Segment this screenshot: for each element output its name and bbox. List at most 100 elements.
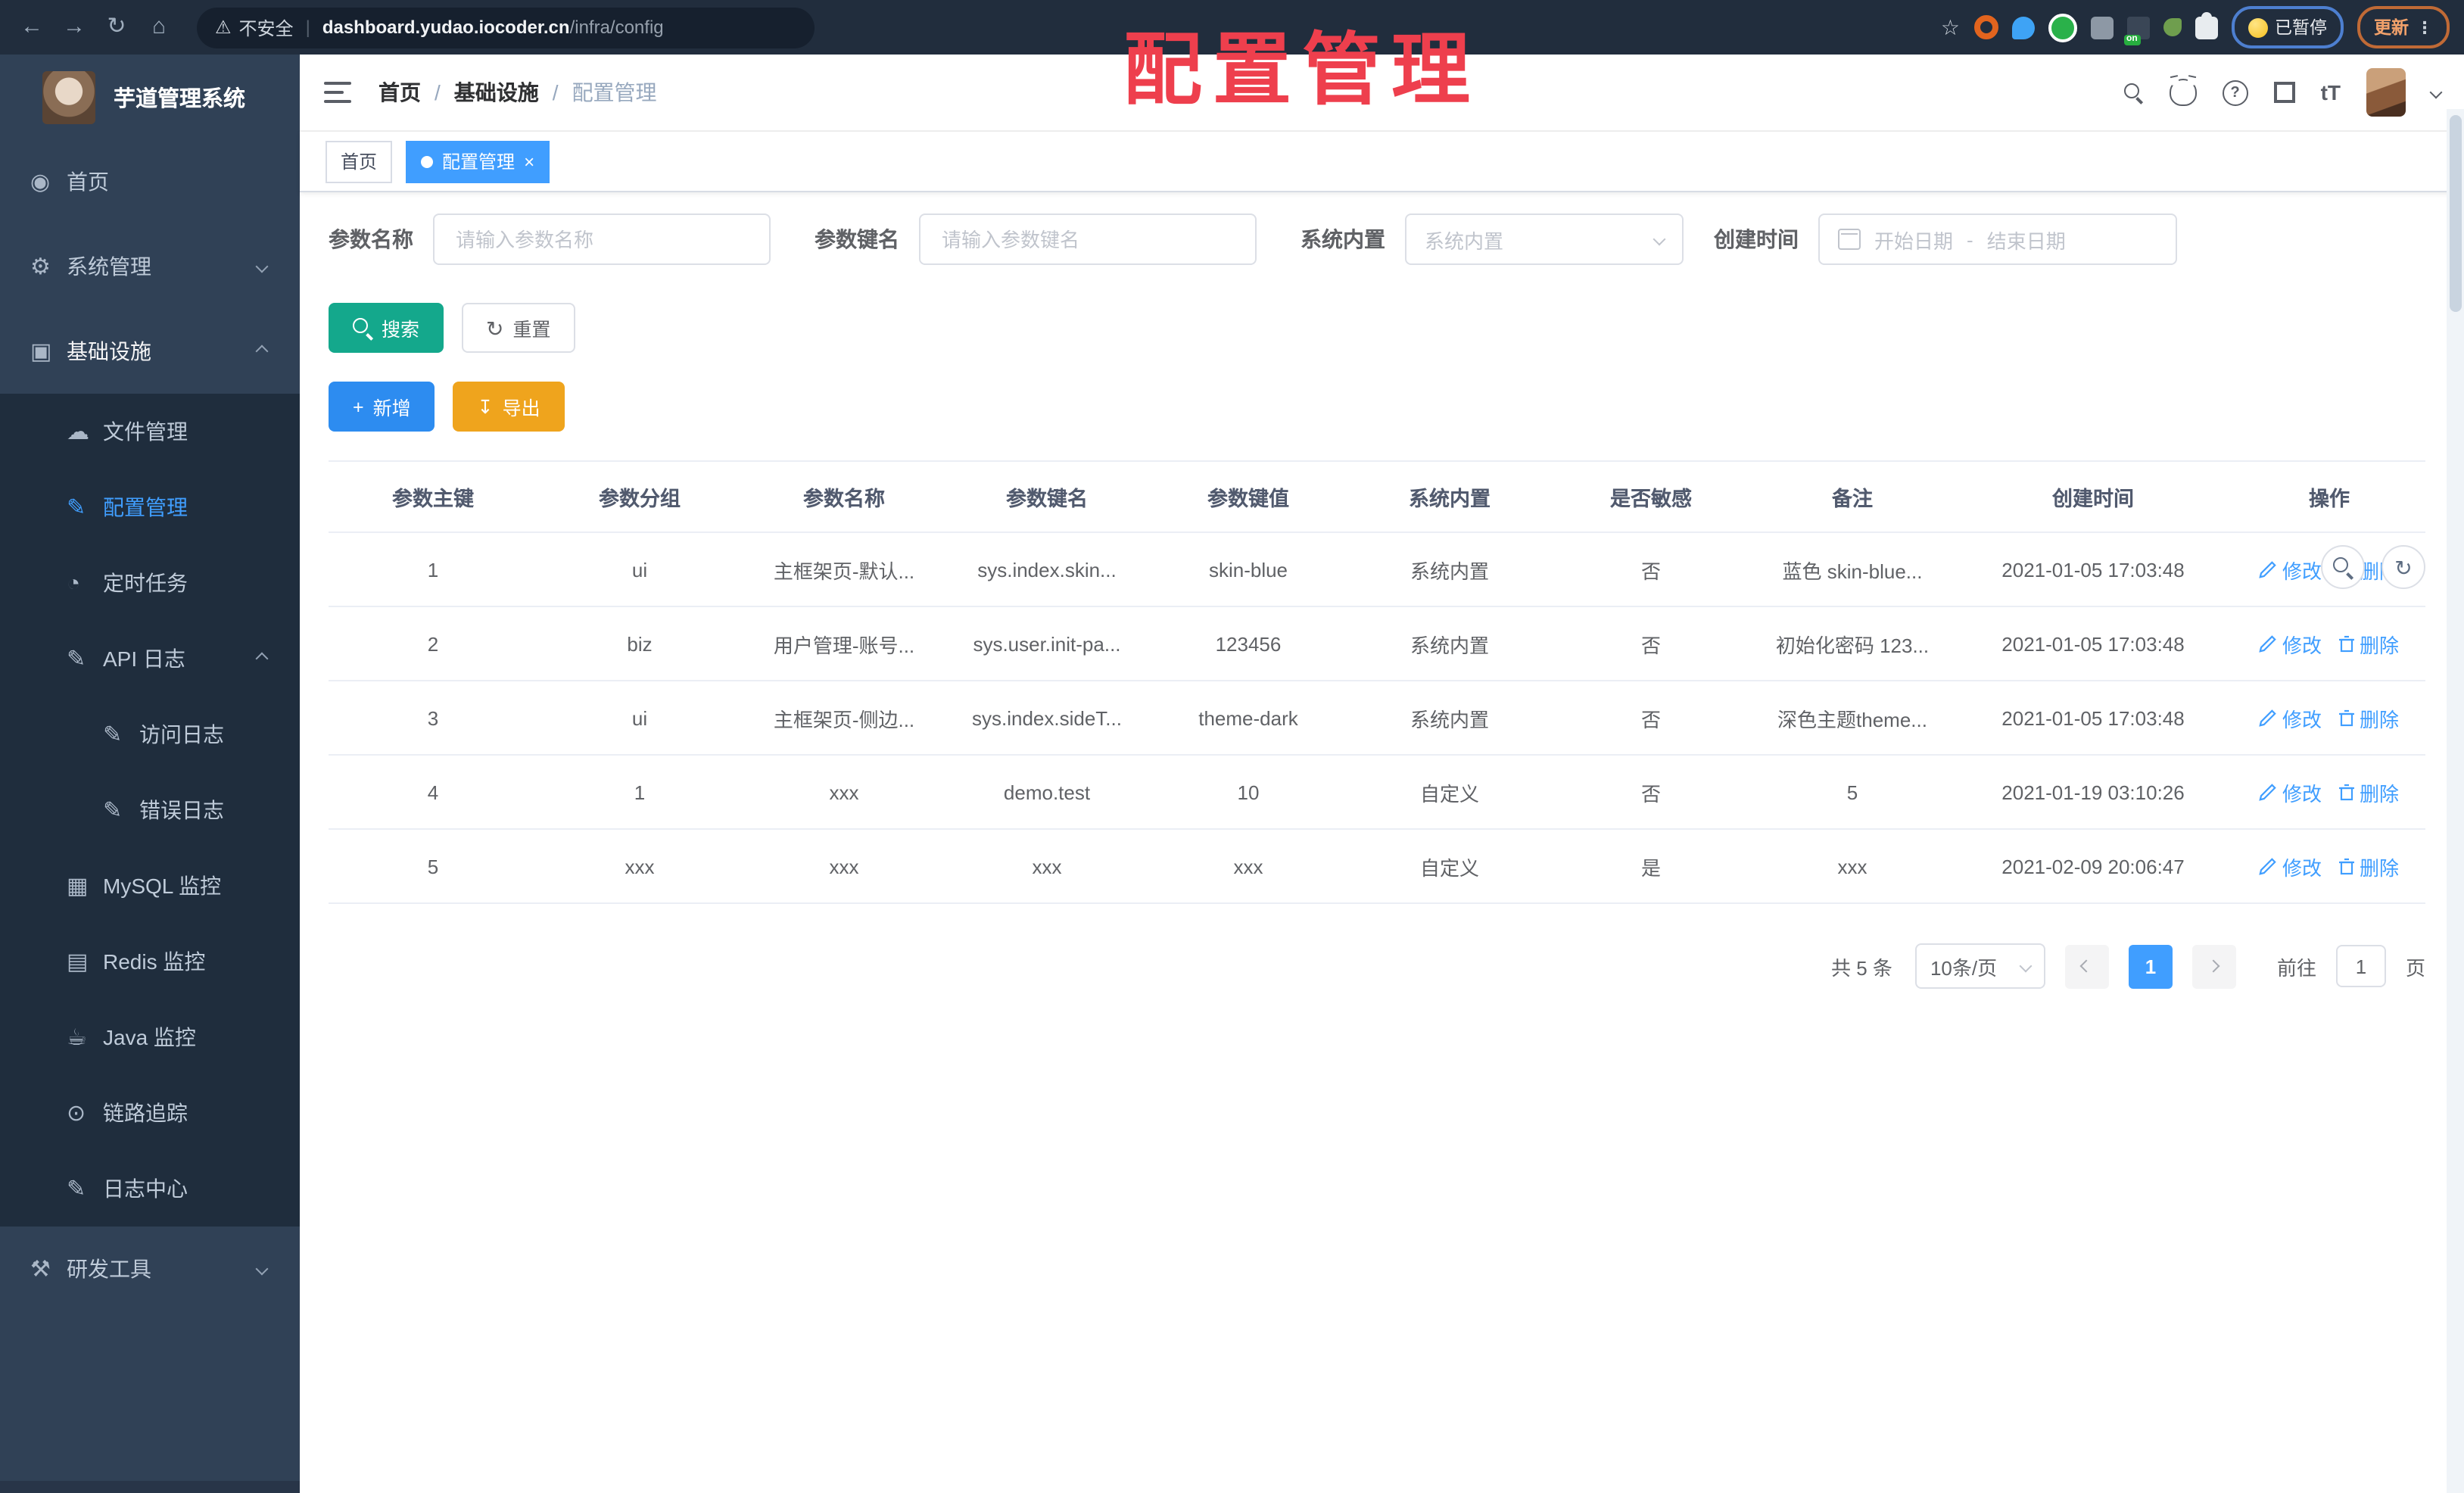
chevron-down-icon: [255, 260, 269, 273]
reload-icon[interactable]: ↻: [100, 9, 133, 45]
fullscreen-icon[interactable]: [2273, 82, 2295, 103]
app-logo: [42, 70, 95, 123]
tag-close-icon[interactable]: ×: [524, 152, 534, 170]
edit-link[interactable]: 修改: [2260, 778, 2322, 806]
page-size-select[interactable]: 10条/页: [1914, 943, 2045, 989]
breadcrumb-item-首页[interactable]: 首页: [378, 77, 421, 108]
tools-icon: ⚒: [30, 1257, 51, 1283]
github-icon[interactable]: [2169, 79, 2197, 106]
error-log-icon: ✎: [103, 798, 123, 824]
edit-link[interactable]: 修改: [2260, 629, 2322, 658]
address-bar[interactable]: ⚠ 不安全 | dashboard.yudao.iocoder.cn/infra…: [197, 7, 815, 48]
sidebar-item-API 日志[interactable]: ✎ API 日志: [0, 621, 300, 697]
extension-icon-blue-pin[interactable]: [2011, 16, 2034, 39]
table-row: 3 ui 主框架页-侧边... sys.index.sideT... theme-dar…: [329, 681, 2425, 756]
edit-link[interactable]: 修改: [2260, 555, 2322, 584]
filter-key-input-field[interactable]: [939, 226, 1237, 252]
sidebar-item-链路追踪[interactable]: ⊙ 链路追踪: [0, 1075, 300, 1151]
table-row: 5 xxx xxx xxx xxx 自定义是 xxx 2021-02-09 20:06:47 修…: [329, 829, 2425, 904]
select-caret-icon: [1653, 232, 1666, 246]
browser-scrollbar[interactable]: [2447, 109, 2464, 1493]
calendar-icon: [1838, 229, 1861, 250]
filter-name-input[interactable]: [433, 214, 771, 265]
back-icon[interactable]: ←: [15, 9, 48, 45]
forward-icon[interactable]: →: [58, 9, 91, 45]
filter-form: 参数名称 参数键名 系统内置 系统内置 创建时间: [329, 214, 2464, 265]
gear-icon: ⚙: [30, 254, 51, 280]
chevron-down-icon: [255, 1262, 269, 1276]
timer-icon: ◔: [67, 570, 81, 596]
sidebar-item-MySQL 监控[interactable]: ▦ MySQL 监控: [0, 848, 300, 924]
sidebar-item-Java 监控[interactable]: ☕ Java 监控: [0, 999, 300, 1075]
search-button[interactable]: 搜索: [329, 303, 444, 353]
table-button-row: + 新增 ↧ 导出: [329, 382, 2464, 432]
sidebar-item-错误日志[interactable]: ✎ 错误日志: [0, 772, 300, 848]
bookmark-star-icon[interactable]: ☆: [1941, 14, 1960, 40]
hamburger-icon[interactable]: [324, 82, 351, 103]
edit-link[interactable]: 修改: [2260, 703, 2322, 732]
page-number-1[interactable]: 1: [2128, 944, 2173, 988]
cell-是否敏感: 否: [1550, 755, 1752, 830]
app-logo-row[interactable]: 芋道管理系统: [0, 55, 300, 139]
search-icon[interactable]: [2123, 83, 2144, 102]
chrome-menu-dots-icon[interactable]: ⋮: [2416, 17, 2433, 37]
refresh-tool-button[interactable]: ↻: [2381, 545, 2425, 589]
user-avatar[interactable]: [2366, 68, 2406, 117]
extension-icon-green-circle[interactable]: [2048, 13, 2076, 42]
edit-link[interactable]: 修改: [2260, 852, 2322, 881]
tag-首页[interactable]: 首页: [326, 140, 393, 182]
filter-key-input[interactable]: [919, 214, 1257, 265]
sidebar-item-label: 基础设施: [67, 339, 151, 363]
sidebar-item-首页[interactable]: ◉ 首页: [0, 139, 300, 224]
breadcrumb-item-基础设施[interactable]: 基础设施: [454, 77, 539, 108]
delete-link[interactable]: 删除: [2337, 703, 2399, 732]
add-button[interactable]: + 新增: [329, 382, 435, 432]
tag-配置管理[interactable]: 配置管理 ×: [406, 140, 550, 182]
home-icon[interactable]: ⌂: [142, 9, 176, 45]
extension-icon-proxy[interactable]: on: [2123, 16, 2149, 45]
filter-type-select[interactable]: 系统内置: [1405, 214, 1684, 265]
sidebar-item-定时任务[interactable]: ◔ 定时任务: [0, 545, 300, 621]
prev-page-button[interactable]: [2064, 944, 2109, 988]
delete-link[interactable]: 删除: [2337, 629, 2399, 658]
log-center-icon: ✎: [67, 1177, 86, 1202]
scrollbar-thumb[interactable]: [2450, 115, 2462, 312]
sidebar-item-访问日志[interactable]: ✎ 访问日志: [0, 697, 300, 772]
filter-date-range[interactable]: 开始日期 - 结束日期: [1818, 214, 2177, 265]
sidebar-item-Redis 监控[interactable]: ▤ Redis 监控: [0, 924, 300, 999]
cell-参数名称: 用户管理-账号...: [742, 606, 946, 681]
hide-search-tool-button[interactable]: [2321, 545, 2365, 589]
export-button[interactable]: ↧ 导出: [453, 382, 565, 432]
cell-是否敏感: 否: [1550, 606, 1752, 681]
tag-label: 首页: [341, 151, 378, 173]
delete-link[interactable]: 删除: [2337, 778, 2399, 806]
paused-extension-pill[interactable]: 已暂停: [2231, 6, 2344, 48]
table-row: 1 ui 主框架页-默认... sys.index.skin... skin-blue 系…: [329, 532, 2425, 607]
plus-icon: +: [353, 396, 364, 417]
insecure-warning-icon: ⚠: [215, 17, 232, 38]
sidebar-item-配置管理[interactable]: ✎ 配置管理: [0, 469, 300, 545]
user-menu-caret-icon[interactable]: [2429, 86, 2443, 99]
trace-icon: ⊙: [67, 1101, 86, 1127]
font-size-icon[interactable]: tT: [2321, 80, 2341, 104]
help-icon[interactable]: ?: [2222, 79, 2248, 105]
extension-icon-gray-grid[interactable]: [2090, 16, 2113, 39]
filter-name-input-field[interactable]: [453, 226, 751, 252]
delete-link[interactable]: 删除: [2337, 852, 2399, 881]
reset-button[interactable]: ↻ 重置: [462, 303, 575, 353]
sidebar-item-研发工具[interactable]: ⚒ 研发工具: [0, 1227, 300, 1311]
goto-label: 前往: [2276, 956, 2316, 979]
chrome-update-button[interactable]: 更新 ⋮: [2357, 6, 2450, 48]
extension-icon-leaf[interactable]: [2163, 18, 2181, 36]
extension-icon-orange-ring[interactable]: [1973, 15, 1998, 39]
sidebar-item-系统管理[interactable]: ⚙ 系统管理: [0, 224, 300, 309]
extensions-puzzle-icon[interactable]: [2195, 11, 2217, 39]
sidebar-item-基础设施[interactable]: ▣ 基础设施: [0, 309, 300, 394]
chevron-up-icon: [255, 652, 269, 665]
page-title-watermark: 配置管理: [1123, 27, 1481, 115]
sidebar-item-日志中心[interactable]: ✎ 日志中心: [0, 1151, 300, 1227]
cell-备注: 初始化密码 123...: [1752, 606, 1953, 681]
goto-page-input[interactable]: 1: [2335, 945, 2386, 987]
next-page-button[interactable]: [2191, 944, 2236, 988]
sidebar-item-文件管理[interactable]: ☁ 文件管理: [0, 394, 300, 469]
